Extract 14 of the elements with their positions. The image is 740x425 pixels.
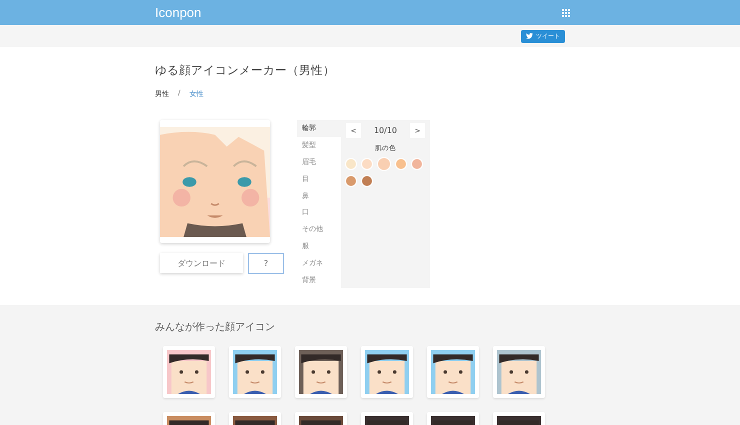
skin-color-swatch[interactable] (345, 175, 357, 187)
page-title: ゆる顔アイコンメーカー（男性） (155, 62, 336, 78)
skin-color-swatch[interactable] (361, 158, 373, 170)
skin-color-swatch[interactable] (345, 158, 357, 170)
skin-color-swatch[interactable] (377, 157, 391, 171)
gallery-title: みんなが作った顔アイコン (155, 320, 276, 334)
bird-icon (526, 33, 533, 39)
skin-color-swatch[interactable] (361, 175, 373, 187)
skin-color-swatch[interactable] (411, 158, 423, 170)
page-counter: 10/10 (374, 126, 398, 135)
download-button[interactable]: ダウンロード (160, 253, 243, 273)
brand-logo[interactable]: Iconpon (155, 5, 202, 20)
skin-color-swatch[interactable] (395, 158, 407, 170)
help-button[interactable]: ? (248, 253, 284, 274)
